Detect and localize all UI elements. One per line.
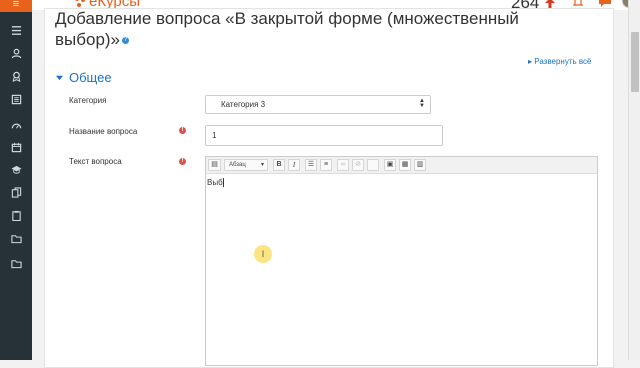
sidebar-item-participants[interactable] bbox=[0, 22, 32, 38]
sidebar-item-tasks[interactable] bbox=[0, 207, 32, 223]
badge-icon bbox=[12, 71, 20, 82]
text-caret bbox=[222, 178, 224, 187]
chevron-right-icon: ▸ bbox=[528, 57, 533, 66]
required-icon: ! bbox=[179, 127, 186, 134]
category-label: Категория bbox=[69, 96, 107, 105]
help-icon[interactable]: ? bbox=[122, 37, 130, 45]
sidebar-item-calendar[interactable] bbox=[0, 139, 32, 155]
sidebar-item-badges[interactable] bbox=[0, 68, 32, 84]
folder-icon bbox=[10, 234, 22, 243]
section-general-title: Общее bbox=[69, 70, 112, 85]
logo-icon bbox=[75, 0, 85, 7]
editor-toolbar: ▤ Абзац ▾ B I ☰ ≡ ∞ ⊘ ▣ ▦ ▥ bbox=[206, 157, 597, 174]
paragraph-style-value: Абзац bbox=[229, 162, 246, 168]
unlink-button[interactable]: ⊘ bbox=[352, 159, 364, 171]
section-general-header[interactable]: Общее bbox=[56, 70, 112, 85]
expand-all-label: Развернуть всё bbox=[534, 57, 592, 66]
image-button[interactable]: ▣ bbox=[384, 159, 396, 171]
sidebar-item-folder-1[interactable] bbox=[0, 230, 32, 246]
italic-button[interactable]: I bbox=[288, 159, 300, 171]
graduation-icon bbox=[10, 165, 22, 174]
chevron-down-icon bbox=[56, 75, 63, 81]
page-title: Добавление вопроса «В закрытой форме (мн… bbox=[55, 8, 555, 50]
dashboard-icon bbox=[11, 123, 21, 129]
sidebar-item-courses[interactable] bbox=[0, 161, 32, 177]
bullet-list-button[interactable]: ☰ bbox=[305, 159, 317, 171]
toolbar-toggle-button[interactable]: ▤ bbox=[208, 159, 221, 171]
scrollbar-thumb[interactable] bbox=[631, 32, 639, 92]
numbered-list-button[interactable]: ≡ bbox=[320, 159, 332, 171]
category-select[interactable]: Категория 3 ▲ ▼ bbox=[205, 95, 431, 114]
emoticon-button[interactable] bbox=[367, 159, 379, 171]
link-button[interactable]: ∞ bbox=[337, 159, 349, 171]
select-arrows-icon: ▲ ▼ bbox=[419, 98, 425, 109]
bell-icon[interactable] bbox=[573, 0, 583, 7]
question-name-input[interactable]: 1 bbox=[205, 125, 443, 146]
sidebar-item-profile[interactable] bbox=[0, 45, 32, 61]
book-icon bbox=[11, 94, 21, 104]
question-name-value: 1 bbox=[212, 131, 217, 140]
editor-content-text: Выб bbox=[207, 178, 223, 187]
folder-icon bbox=[10, 259, 22, 268]
sidebar-item-grades[interactable] bbox=[0, 91, 32, 107]
bold-button[interactable]: B bbox=[273, 159, 285, 171]
media-button[interactable]: ▦ bbox=[399, 159, 411, 171]
sidebar-item-folder-2[interactable] bbox=[0, 255, 32, 271]
chat-icon[interactable] bbox=[598, 0, 612, 7]
menu-toggle-button[interactable]: ≡ bbox=[0, 0, 32, 12]
list-icon bbox=[11, 25, 21, 35]
chevron-down-icon: ▾ bbox=[260, 162, 264, 168]
page-scrollbar[interactable] bbox=[628, 0, 640, 360]
sidebar-item-dashboard[interactable] bbox=[0, 117, 32, 133]
paragraph-style-select[interactable]: Абзац ▾ bbox=[224, 159, 268, 171]
clipboard-icon bbox=[11, 210, 21, 221]
category-selected-value: Категория 3 bbox=[221, 100, 266, 109]
question-name-label: Название вопроса bbox=[69, 127, 138, 136]
expand-all-link[interactable]: ▸ Развернуть всё bbox=[528, 57, 592, 66]
calendar-icon bbox=[11, 142, 21, 152]
question-text-label: Текст вопроса bbox=[69, 157, 122, 166]
file-button[interactable]: ▥ bbox=[414, 159, 426, 171]
user-icon bbox=[11, 48, 21, 58]
required-icon: ! bbox=[179, 158, 186, 165]
copy-icon bbox=[11, 186, 21, 198]
sidebar-item-files[interactable] bbox=[0, 184, 32, 200]
mouse-cursor-highlight: I bbox=[254, 245, 272, 263]
editor-content[interactable]: Выб bbox=[207, 178, 224, 187]
sidebar-nav: ≡ bbox=[0, 0, 32, 360]
